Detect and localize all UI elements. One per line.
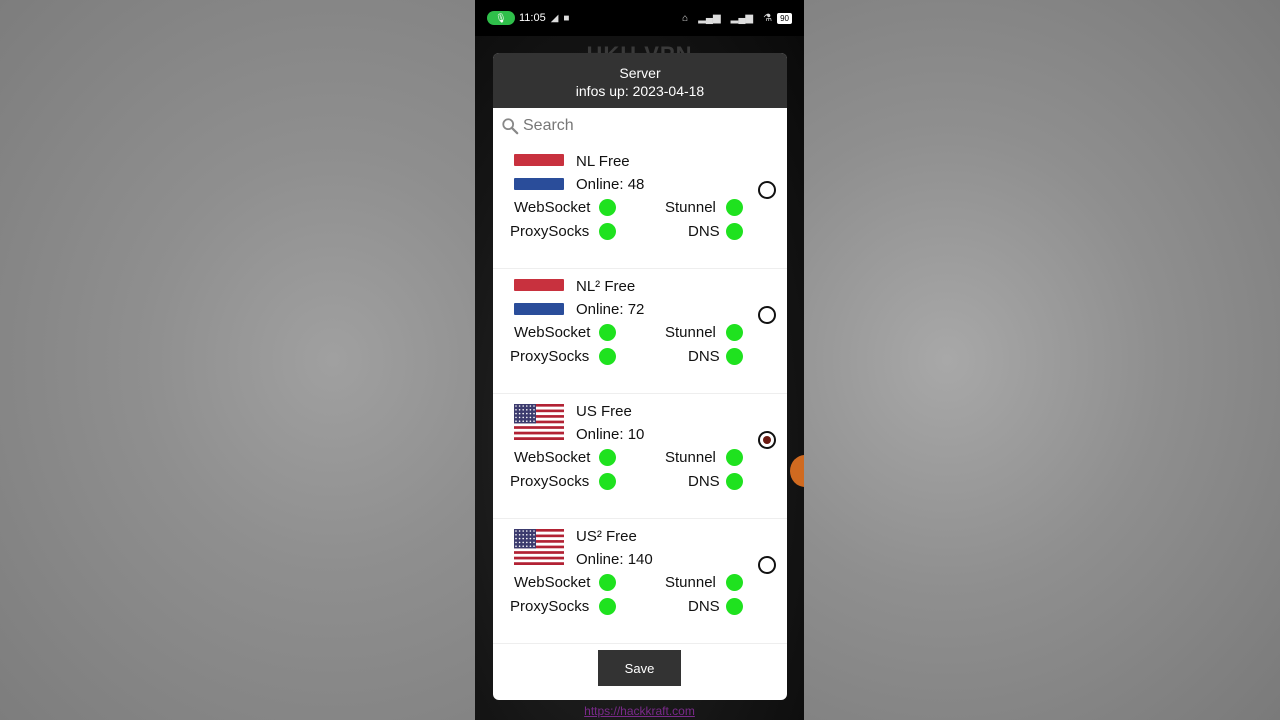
status-dot-icon [726, 473, 743, 490]
protocol-label: Stunnel [665, 449, 716, 466]
video-record-icon: ■ [563, 12, 570, 24]
dialog-subtitle: infos up: 2023-04-18 [575, 83, 705, 99]
status-bar: 🎙 11:05 ◢ ■ ⌂ ▂▄▆ ▂▄▆ ⚗ 90 [475, 0, 804, 36]
status-dot-icon [726, 598, 743, 615]
server-name: NL² Free [576, 278, 636, 295]
protocol-label: WebSocket [514, 574, 591, 591]
status-dot-icon [726, 574, 743, 591]
protocol-label: DNS [688, 223, 720, 240]
protocol-label: ProxySocks [510, 598, 590, 615]
server-online-count: Online: 72 [576, 301, 645, 318]
status-dot-icon [599, 199, 616, 216]
search-bar[interactable] [493, 108, 787, 144]
dialog-title: Server [619, 65, 661, 81]
usa-flag-icon [514, 529, 564, 565]
search-icon [502, 118, 519, 135]
status-dot-icon [599, 348, 616, 365]
status-dot-icon [599, 324, 616, 341]
server-online-count: Online: 140 [576, 551, 653, 568]
status-dot-icon [599, 223, 616, 240]
usa-flag-icon [514, 404, 564, 440]
protocol-label: Stunnel [665, 199, 716, 216]
status-dot-icon [726, 199, 743, 216]
cell-signal-2-icon: ▂▄▆ [730, 12, 754, 24]
server-item[interactable]: NL² Free Online: 72 WebSocket Stunnel ProxyS… [493, 269, 787, 394]
dialog-header: Server infos up: 2023-04-18 [493, 53, 787, 108]
status-dot-icon [599, 574, 616, 591]
server-item[interactable]: US² Free Online: 140 WebSocket Stunnel Proxy… [493, 519, 787, 644]
server-radio-button[interactable] [758, 181, 776, 199]
protocol-label: Stunnel [665, 324, 716, 341]
server-name: US² Free [576, 528, 637, 545]
server-radio-button[interactable] [758, 556, 776, 574]
server-item[interactable]: NL Free Online: 48 WebSocket Stunnel ProxySo… [493, 144, 787, 269]
server-list: NL Free Online: 48 WebSocket Stunnel ProxySo… [493, 144, 787, 644]
status-dot-icon [599, 473, 616, 490]
server-radio-button[interactable] [758, 306, 776, 324]
server-dialog: Server infos up: 2023-04-18 NL Free Onlin… [493, 53, 787, 700]
cast-icon: ⌂ [682, 12, 689, 24]
signal-off-icon: ◢ [550, 12, 559, 24]
protocol-label: Stunnel [665, 574, 716, 591]
flask-icon: ⚗ [763, 12, 773, 24]
protocol-label: ProxySocks [510, 348, 590, 365]
status-dot-icon [726, 324, 743, 341]
status-dot-icon [726, 348, 743, 365]
protocol-label: WebSocket [514, 324, 591, 341]
status-dot-icon [726, 223, 743, 240]
save-button[interactable]: Save [598, 650, 681, 686]
protocol-label: WebSocket [514, 449, 591, 466]
protocol-label: ProxySocks [510, 223, 590, 240]
protocol-label: ProxySocks [510, 473, 590, 490]
status-dot-icon [726, 449, 743, 466]
server-name: NL Free [576, 153, 630, 170]
battery-icon: 90 [777, 12, 792, 24]
video-blur-right [804, 0, 1280, 720]
netherlands-flag-icon [514, 154, 564, 190]
status-time: 11:05 [519, 12, 546, 24]
protocol-label: DNS [688, 598, 720, 615]
protocol-label: WebSocket [514, 199, 591, 216]
search-input[interactable] [523, 117, 763, 135]
server-radio-button[interactable] [758, 431, 776, 449]
protocol-label: DNS [688, 473, 720, 490]
protocol-label: DNS [688, 348, 720, 365]
status-dot-icon [599, 598, 616, 615]
server-name: US Free [576, 403, 632, 420]
status-dot-icon [599, 449, 616, 466]
app-link[interactable]: https://hackkraft.com [475, 704, 804, 718]
server-online-count: Online: 10 [576, 426, 645, 443]
video-blur-left [0, 0, 475, 720]
cell-signal-icon: ▂▄▆ [698, 12, 721, 24]
netherlands-flag-icon [514, 279, 564, 315]
server-online-count: Online: 48 [576, 176, 645, 193]
mic-icon: 🎙 [487, 11, 515, 25]
server-item[interactable]: US Free Online: 10 WebSocket Stunnel ProxySo… [493, 394, 787, 519]
